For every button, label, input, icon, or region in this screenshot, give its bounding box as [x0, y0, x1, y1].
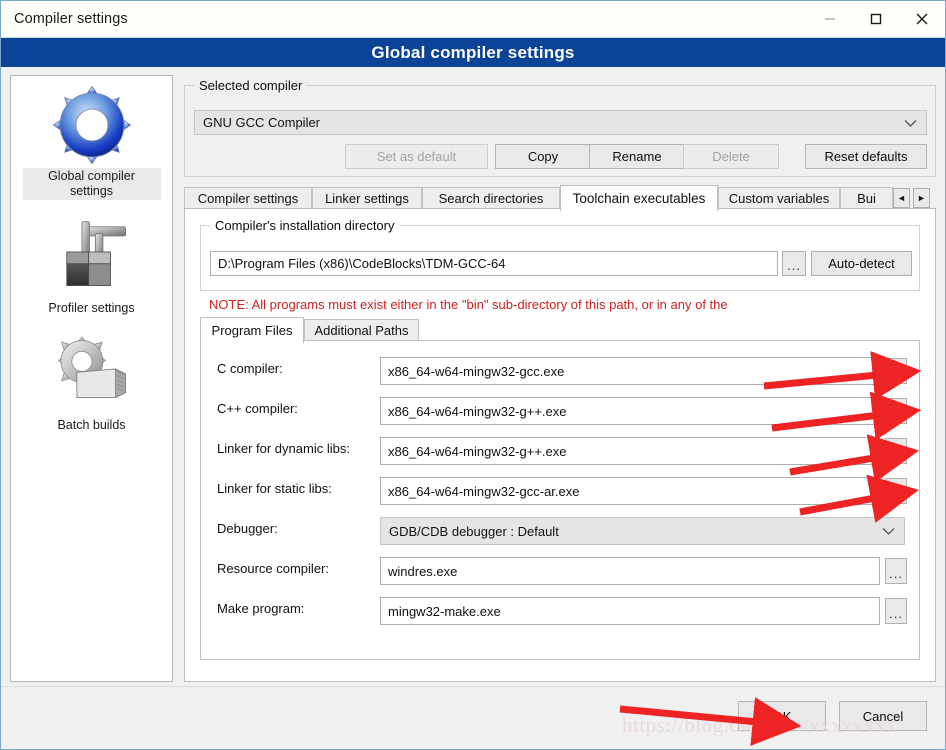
- dialog-footer: OK Cancel: [1, 686, 945, 749]
- tab-search-directories[interactable]: Search directories: [422, 187, 560, 209]
- dialog-body: Global compiler settings Profiler settin…: [1, 67, 945, 686]
- ok-button[interactable]: OK: [738, 701, 826, 731]
- resource-compiler-label: Resource compiler:: [217, 561, 329, 576]
- main-settings-panel: Selected compiler GNU GCC Compiler Set a…: [184, 75, 936, 682]
- debugger-label: Debugger:: [217, 521, 278, 536]
- browse-c-compiler-button[interactable]: ...: [885, 358, 907, 384]
- chevron-down-icon: [882, 524, 895, 539]
- browse-resource-compiler-button[interactable]: ...: [885, 558, 907, 584]
- sidebar-item-label: Profiler settings: [48, 301, 135, 315]
- toolchain-executables-panel: Compiler's installation directory D:\Pro…: [184, 208, 936, 682]
- static-linker-input[interactable]: x86_64-w64-mingw32-gcc-ar.exe: [380, 477, 880, 505]
- browse-cpp-compiler-button[interactable]: ...: [885, 398, 907, 424]
- tab-toolchain-executables[interactable]: Toolchain executables: [560, 185, 718, 211]
- chevron-down-icon: [904, 115, 917, 130]
- sidebar-item-label: Global compiler settings: [22, 168, 161, 200]
- row-c-compiler: C compiler: x86_64-w64-mingw32-gcc.exe .…: [201, 355, 921, 385]
- row-resource-compiler: Resource compiler: windres.exe ...: [201, 555, 921, 585]
- sidebar-item-profiler-settings[interactable]: Profiler settings: [11, 214, 172, 317]
- copy-button[interactable]: Copy: [495, 144, 591, 169]
- sidebar-item-label: Batch builds: [57, 418, 126, 432]
- cpp-compiler-label: C++ compiler:: [217, 401, 298, 416]
- tab-scroll-right-button[interactable]: ►: [913, 188, 930, 208]
- row-cpp-compiler: C++ compiler: x86_64-w64-mingw32-g++.exe…: [201, 395, 921, 425]
- maximize-icon[interactable]: [853, 1, 899, 37]
- delete-button[interactable]: Delete: [683, 144, 779, 169]
- browse-dynamic-linker-button[interactable]: ...: [885, 438, 907, 464]
- tab-custom-variables[interactable]: Custom variables: [718, 187, 840, 209]
- tab-linker-settings[interactable]: Linker settings: [312, 187, 422, 209]
- browse-static-linker-button[interactable]: ...: [885, 478, 907, 504]
- compiler-select-value: GNU GCC Compiler: [203, 115, 321, 130]
- tab-program-files[interactable]: Program Files: [200, 317, 304, 343]
- compiler-settings-dialog: Compiler settings Global compiler settin…: [0, 0, 946, 750]
- compiler-select[interactable]: GNU GCC Compiler: [194, 110, 927, 135]
- debugger-select-value: GDB/CDB debugger : Default: [389, 523, 559, 539]
- minimize-icon[interactable]: [807, 1, 853, 37]
- make-program-label: Make program:: [217, 601, 305, 616]
- settings-category-list[interactable]: Global compiler settings Profiler settin…: [10, 75, 173, 682]
- tab-build-options[interactable]: Bui: [840, 187, 893, 209]
- auto-detect-button[interactable]: Auto-detect: [811, 251, 912, 276]
- c-compiler-label: C compiler:: [217, 361, 283, 376]
- installation-directory-group-title: Compiler's installation directory: [211, 218, 399, 233]
- program-files-tab-strip: Program Files Additional Paths: [200, 317, 920, 343]
- static-linker-label: Linker for static libs:: [217, 481, 332, 496]
- row-debugger: Debugger: GDB/CDB debugger : Default: [201, 515, 921, 545]
- title-bar: Compiler settings: [1, 1, 945, 38]
- cpp-compiler-input[interactable]: x86_64-w64-mingw32-g++.exe: [380, 397, 880, 425]
- resource-compiler-input[interactable]: windres.exe: [380, 557, 880, 585]
- row-dynamic-linker: Linker for dynamic libs: x86_64-w64-ming…: [201, 435, 921, 465]
- rename-button[interactable]: Rename: [589, 144, 685, 169]
- row-static-linker: Linker for static libs: x86_64-w64-mingw…: [201, 475, 921, 505]
- dynamic-linker-label: Linker for dynamic libs:: [217, 441, 350, 456]
- installation-directory-group: Compiler's installation directory D:\Pro…: [200, 218, 920, 291]
- reset-defaults-button[interactable]: Reset defaults: [805, 144, 927, 169]
- installation-note-text: NOTE: All programs must exist either in …: [209, 297, 728, 312]
- sidebar-item-global-compiler-settings[interactable]: Global compiler settings: [11, 82, 172, 200]
- browse-installation-directory-button[interactable]: ...: [782, 251, 806, 276]
- window-title: Compiler settings: [14, 11, 128, 27]
- window-controls: [807, 1, 945, 37]
- selected-compiler-group-title: Selected compiler: [195, 78, 307, 93]
- cancel-button[interactable]: Cancel: [839, 701, 927, 731]
- debugger-select[interactable]: GDB/CDB debugger : Default: [380, 517, 905, 545]
- tab-additional-paths[interactable]: Additional Paths: [304, 319, 419, 341]
- tab-scroll-left-button[interactable]: ◄: [893, 188, 910, 208]
- make-program-input[interactable]: mingw32-make.exe: [380, 597, 880, 625]
- selected-compiler-group: Selected compiler GNU GCC Compiler Set a…: [184, 78, 936, 177]
- gear-stack-icon: [49, 331, 135, 417]
- page-title: Global compiler settings: [1, 38, 945, 67]
- close-icon[interactable]: [899, 1, 945, 37]
- caliper-blocks-icon: [49, 214, 135, 300]
- c-compiler-input[interactable]: x86_64-w64-mingw32-gcc.exe: [380, 357, 880, 385]
- sidebar-item-batch-builds[interactable]: Batch builds: [11, 331, 172, 434]
- tab-compiler-settings[interactable]: Compiler settings: [184, 187, 312, 209]
- row-make-program: Make program: mingw32-make.exe ...: [201, 595, 921, 625]
- dynamic-linker-input[interactable]: x86_64-w64-mingw32-g++.exe: [380, 437, 880, 465]
- browse-make-program-button[interactable]: ...: [885, 598, 907, 624]
- program-files-panel: C compiler: x86_64-w64-mingw32-gcc.exe .…: [200, 340, 920, 660]
- settings-tab-strip: Compiler settings Linker settings Search…: [184, 185, 936, 211]
- blue-gear-icon: [49, 82, 135, 168]
- set-as-default-button[interactable]: Set as default: [345, 144, 488, 169]
- installation-directory-input[interactable]: D:\Program Files (x86)\CodeBlocks\TDM-GC…: [210, 251, 778, 276]
